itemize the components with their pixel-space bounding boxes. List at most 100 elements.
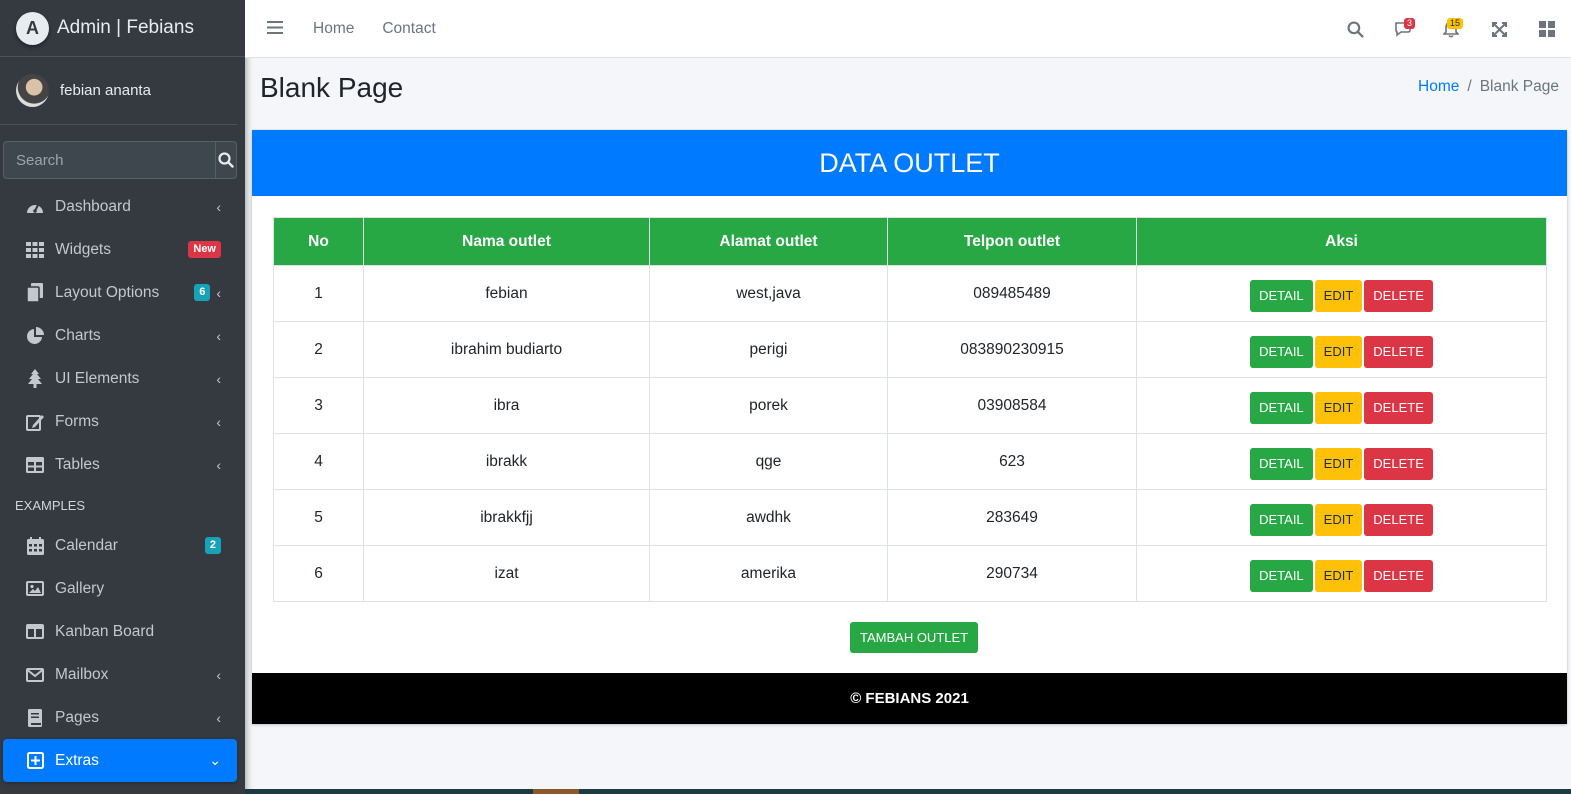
- sidebar-item-kanban-board[interactable]: Kanban Board: [3, 610, 237, 653]
- detail-button[interactable]: DETAIL: [1250, 503, 1313, 536]
- cell-telpon: 623: [887, 433, 1137, 490]
- tachometer-icon: [25, 197, 45, 217]
- detail-button[interactable]: DETAIL: [1250, 559, 1313, 592]
- new-badge: New: [188, 241, 221, 258]
- navbar-search-button[interactable]: [1331, 0, 1379, 58]
- sidebar-item-label: Kanban Board: [55, 622, 155, 640]
- breadcrumb-home-link[interactable]: Home: [1418, 78, 1459, 96]
- cell-telpon: 089485489: [887, 265, 1137, 322]
- nav-header-examples: EXAMPLES: [15, 497, 86, 513]
- search-icon: [1347, 21, 1364, 38]
- sidebar-item-label: Mailbox: [55, 665, 109, 683]
- copy-icon: [25, 283, 45, 303]
- sidebar-item-gallery[interactable]: Gallery: [3, 567, 237, 610]
- sidebar-item-pages[interactable]: Pages ‹: [3, 696, 237, 739]
- th-large-icon: [1539, 21, 1555, 37]
- detail-button[interactable]: DETAIL: [1250, 279, 1313, 312]
- edit-button[interactable]: EDIT: [1314, 559, 1363, 592]
- cell-nama: ibrakkfjj: [363, 489, 650, 546]
- cell-aksi: DETAIL EDIT DELETE: [1136, 321, 1547, 378]
- detail-button[interactable]: DETAIL: [1250, 447, 1313, 480]
- cell-no: 5: [273, 489, 364, 546]
- delete-button[interactable]: DELETE: [1364, 559, 1433, 592]
- nav-link-home[interactable]: Home: [313, 20, 354, 38]
- card-footer: © FEBIANS 2021: [252, 673, 1567, 724]
- page-title: Blank Page: [260, 72, 404, 103]
- messages-button[interactable]: 3: [1379, 0, 1427, 58]
- sidebar-item-label: Gallery: [55, 579, 105, 597]
- count-badge: 2: [204, 537, 221, 554]
- sidebar-item-calendar[interactable]: Calendar 2: [3, 524, 237, 567]
- sidebar-item-mailbox[interactable]: Mailbox ‹: [3, 653, 237, 696]
- sidebar-item-label: Extras: [55, 751, 99, 769]
- cell-aksi: DETAIL EDIT DELETE: [1136, 377, 1547, 434]
- top-navbar: Home Contact 3 15: [245, 0, 1571, 58]
- edit-button[interactable]: EDIT: [1314, 279, 1363, 312]
- cell-alamat: amerika: [649, 545, 888, 602]
- user-panel[interactable]: febian ananta: [0, 57, 237, 125]
- table-row: 6 izat amerika 290734 DETAIL EDIT DELETE: [273, 545, 1547, 602]
- chevron-left-icon: ‹: [216, 456, 221, 473]
- table-row: 4 ibrakk qge 623 DETAIL EDIT DELETE: [273, 433, 1547, 490]
- cell-telpon: 290734: [887, 545, 1137, 602]
- sidebar-item-layout-options[interactable]: Layout Options 6 ‹: [3, 271, 237, 314]
- col-header-nama: Nama outlet: [363, 217, 650, 266]
- table-row: 2 ibrahim budiarto perigi 083890230915 D…: [273, 321, 1547, 378]
- breadcrumb-current: Blank Page: [1479, 78, 1559, 95]
- nav-link-contact[interactable]: Contact: [382, 20, 435, 38]
- cell-alamat: qge: [649, 433, 888, 490]
- breadcrumb: Home / Blank Page: [1418, 78, 1559, 96]
- search-input[interactable]: [3, 141, 215, 179]
- delete-button[interactable]: DELETE: [1364, 391, 1433, 424]
- sidebar-item-label: UI Elements: [55, 369, 140, 387]
- chevron-left-icon: ‹: [216, 327, 221, 344]
- cell-aksi: DETAIL EDIT DELETE: [1136, 433, 1547, 490]
- control-sidebar-button[interactable]: [1523, 0, 1571, 58]
- sidebar-item-tables[interactable]: Tables ‹: [3, 443, 237, 486]
- fullscreen-button[interactable]: [1475, 0, 1523, 58]
- cell-aksi: DETAIL EDIT DELETE: [1136, 545, 1547, 602]
- detail-button[interactable]: DETAIL: [1250, 335, 1313, 368]
- edit-button[interactable]: EDIT: [1314, 503, 1363, 536]
- notifications-button[interactable]: 15: [1427, 0, 1475, 58]
- cell-nama: ibra: [363, 377, 650, 434]
- menu-toggle-icon[interactable]: [267, 18, 285, 39]
- user-name[interactable]: febian ananta: [60, 82, 151, 99]
- detail-button[interactable]: DETAIL: [1250, 391, 1313, 424]
- cell-no: 2: [273, 321, 364, 378]
- sidebar-item-charts[interactable]: Charts ‹: [3, 314, 237, 357]
- sidebar-item-dashboard[interactable]: Dashboard ‹: [3, 185, 237, 228]
- col-header-no: No: [273, 217, 364, 266]
- col-header-alamat: Alamat outlet: [649, 217, 888, 266]
- search-button[interactable]: [215, 141, 237, 179]
- sidebar-item-extras[interactable]: Extras ⌄: [3, 739, 237, 782]
- edit-button[interactable]: EDIT: [1314, 335, 1363, 368]
- outlet-card: DATA OUTLET No Nama outlet Alamat outlet…: [252, 130, 1567, 724]
- expand-icon: [1491, 21, 1507, 37]
- sidebar-item-ui-elements[interactable]: UI Elements ‹: [3, 357, 237, 400]
- cell-aksi: DETAIL EDIT DELETE: [1136, 265, 1547, 322]
- count-badge: 6: [194, 284, 211, 301]
- delete-button[interactable]: DELETE: [1364, 279, 1433, 312]
- chevron-left-icon: ‹: [216, 370, 221, 387]
- book-icon: [25, 708, 45, 728]
- edit-icon: [25, 412, 45, 432]
- sidebar-item-widgets[interactable]: Widgets New: [3, 228, 237, 271]
- grid-icon: [25, 240, 45, 260]
- delete-button[interactable]: DELETE: [1364, 447, 1433, 480]
- sidebar-item-label: Layout Options: [55, 283, 160, 301]
- brand-link[interactable]: A Admin | Febians: [0, 0, 245, 57]
- edit-button[interactable]: EDIT: [1314, 391, 1363, 424]
- add-outlet-button[interactable]: TAMBAH OUTLET: [850, 622, 979, 653]
- sidebar-item-forms[interactable]: Forms ‹: [3, 400, 237, 443]
- main-sidebar: A Admin | Febians febian ananta Dashboar…: [0, 0, 245, 794]
- taskbar-segment: [533, 789, 579, 794]
- cell-telpon: 03908584: [887, 377, 1137, 434]
- cell-no: 3: [273, 377, 364, 434]
- taskbar-strip: [245, 789, 1571, 794]
- edit-button[interactable]: EDIT: [1314, 447, 1363, 480]
- delete-button[interactable]: DELETE: [1364, 335, 1433, 368]
- messages-badge: 3: [1403, 18, 1415, 29]
- delete-button[interactable]: DELETE: [1364, 503, 1433, 536]
- col-header-aksi: Aksi: [1136, 217, 1547, 266]
